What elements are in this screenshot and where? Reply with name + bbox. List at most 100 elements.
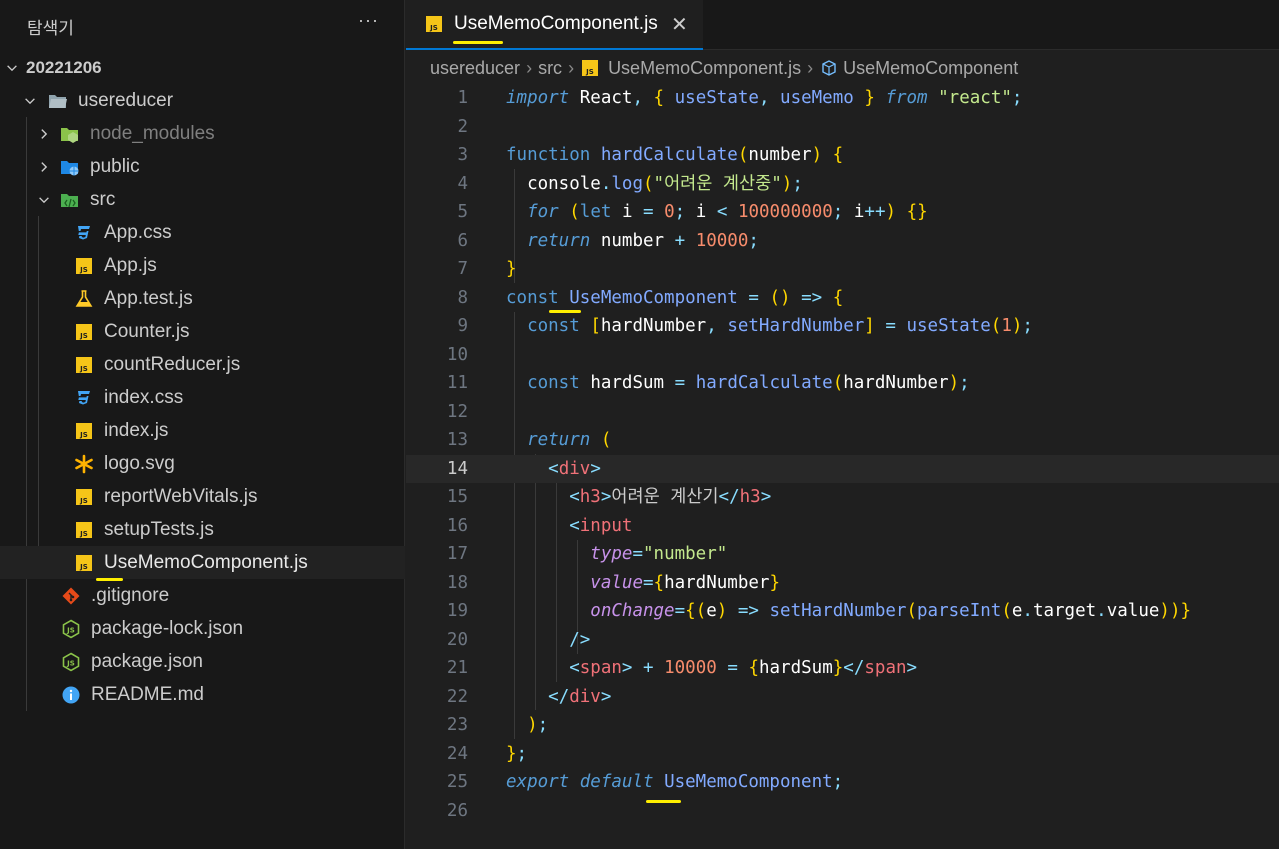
- code-token: return (: [527, 430, 612, 450]
- tree-file-use-memo-component-js[interactable]: JS UseMemoComponent.js: [0, 546, 405, 579]
- code-editor[interactable]: 1 import React, { useState, useMemo } fro…: [406, 84, 1279, 849]
- tree-file-count-reducer-js[interactable]: JS countReducer.js: [0, 348, 405, 381]
- tab-use-memo-component[interactable]: JS UseMemoComponent.js ✕: [406, 0, 703, 50]
- line-number: 1: [457, 88, 468, 108]
- code-text: />: [506, 626, 590, 655]
- file-label: index.css: [104, 386, 184, 408]
- highlight-marker: [646, 800, 681, 803]
- js-file-icon: JS: [424, 14, 444, 34]
- code-text: );: [506, 711, 548, 740]
- code-line: 16 <input: [406, 512, 1279, 541]
- line-number: 11: [446, 373, 468, 393]
- tree-file-gitignore[interactable]: .gitignore: [0, 579, 405, 612]
- more-actions-icon[interactable]: ···: [358, 10, 379, 31]
- code-line: 25 export default UseMemoComponent;: [406, 768, 1279, 797]
- js-file-icon: JS: [74, 487, 94, 507]
- code-token: import React, { useState, useMemo } from…: [506, 88, 1023, 108]
- code-text: <div>: [506, 455, 601, 484]
- code-text: type="number": [506, 540, 727, 569]
- nodejs-icon: JS: [61, 652, 81, 672]
- tree-folder-src[interactable]: src: [0, 183, 405, 216]
- code-line: 26: [406, 797, 1279, 826]
- breadcrumb-item[interactable]: UseMemoComponent.js: [608, 58, 801, 79]
- chevron-right-icon: [36, 126, 52, 142]
- css-file-icon: [74, 223, 94, 243]
- tree-file-counter-js[interactable]: JS Counter.js: [0, 315, 405, 348]
- js-file-icon: JS: [74, 421, 94, 441]
- line-number: 9: [457, 316, 468, 336]
- svg-text:JS: JS: [429, 24, 438, 32]
- code-token: onChange={(e) => setHardNumber(parseInt(…: [590, 601, 1192, 621]
- code-line: 18 value={hardNumber}: [406, 569, 1279, 598]
- js-file-icon: JS: [74, 520, 94, 540]
- code-token: </div>: [548, 686, 612, 707]
- code-line: 3 function hardCalculate(number) {: [406, 141, 1279, 170]
- nodejs-icon: JS: [61, 619, 81, 639]
- code-text: const UseMemoComponent = () => {: [506, 284, 843, 313]
- tree-file-report-web-vitals-js[interactable]: JS reportWebVitals.js: [0, 480, 405, 513]
- code-token: function hardCalculate(number) {: [506, 145, 844, 165]
- public-folder-icon: [60, 157, 80, 177]
- tree-file-readme-md[interactable]: README.md: [0, 678, 405, 711]
- code-text: const [hardNumber, setHardNumber] = useS…: [506, 312, 1033, 341]
- file-label: logo.svg: [104, 452, 175, 474]
- tree-file-index-js[interactable]: JS index.js: [0, 414, 405, 447]
- line-number: 22: [446, 686, 468, 707]
- svg-text:JS: JS: [66, 626, 75, 634]
- info-icon: [61, 685, 81, 705]
- tree-file-setup-tests-js[interactable]: JS setupTests.js: [0, 513, 405, 546]
- code-text: };: [506, 740, 527, 769]
- line-number: 19: [446, 601, 468, 621]
- code-token: return number + 10000;: [527, 230, 759, 251]
- code-token: };: [506, 743, 528, 764]
- breadcrumb-item[interactable]: src: [538, 58, 562, 79]
- tree-root-folder[interactable]: 20221206: [0, 51, 405, 84]
- tree-file-index-css[interactable]: index.css: [0, 381, 405, 414]
- file-label: index.js: [104, 419, 169, 441]
- breadcrumb-item[interactable]: usereducer: [430, 58, 520, 79]
- file-label: countReducer.js: [104, 353, 241, 375]
- tree-file-logo-svg[interactable]: logo.svg: [0, 447, 405, 480]
- code-line: 15 <h3>어려운 계산기</h3>: [406, 483, 1279, 512]
- close-icon[interactable]: ✕: [671, 12, 688, 37]
- tree-folder-public[interactable]: public: [0, 150, 405, 183]
- tree-file-package-json[interactable]: JS package.json: [0, 645, 405, 678]
- chevron-down-icon: [4, 60, 20, 76]
- code-token: const [hardNumber, setHardNumber] = useS…: [527, 316, 1033, 336]
- src-folder-icon: [60, 190, 80, 210]
- file-label: README.md: [91, 683, 204, 705]
- file-label: App.css: [104, 221, 172, 243]
- code-text: }: [506, 255, 517, 284]
- svg-text:JS: JS: [79, 530, 88, 538]
- line-number: 5: [457, 202, 468, 222]
- explorer-header: 탐색기 ···: [0, 0, 405, 50]
- code-line: 11 const hardSum = hardCalculate(hardNum…: [406, 369, 1279, 398]
- line-number: 12: [446, 401, 468, 422]
- chevron-right-icon: ›: [526, 57, 533, 78]
- tree-file-app-test-js[interactable]: App.test.js: [0, 282, 405, 315]
- code-token: value={hardNumber}: [590, 572, 780, 593]
- code-token: const hardSum = hardCalculate(hardNumber…: [527, 373, 970, 393]
- line-number: 24: [446, 743, 468, 764]
- code-line: 17 type="number": [406, 540, 1279, 569]
- tree-file-app-css[interactable]: App.css: [0, 216, 405, 249]
- tree-folder-node-modules[interactable]: node_modules: [0, 117, 405, 150]
- editor-pane: JS UseMemoComponent.js ✕ usereducer › sr…: [406, 0, 1279, 849]
- code-line: 7}: [406, 255, 1279, 284]
- code-line: 8 const UseMemoComponent = () => {: [406, 284, 1279, 313]
- line-number: 18: [446, 572, 468, 593]
- code-text: export default UseMemoComponent;: [506, 768, 843, 797]
- tab-label: UseMemoComponent.js: [454, 13, 658, 34]
- code-text: const hardSum = hardCalculate(hardNumber…: [506, 369, 970, 398]
- code-text: <h3>어려운 계산기</h3>: [506, 483, 771, 512]
- folder-label: node_modules: [90, 122, 215, 144]
- tree-file-app-js[interactable]: JS App.js: [0, 249, 405, 282]
- tree-file-package-lock-json[interactable]: JS package-lock.json: [0, 612, 405, 645]
- code-line: 12: [406, 398, 1279, 427]
- breadcrumb-item[interactable]: UseMemoComponent: [843, 58, 1018, 79]
- tree-folder-usereducer[interactable]: usereducer: [0, 84, 405, 117]
- line-number: 26: [446, 800, 468, 821]
- chevron-down-icon: [22, 93, 38, 109]
- line-number: 8: [457, 287, 468, 308]
- chevron-right-icon: ›: [568, 57, 575, 78]
